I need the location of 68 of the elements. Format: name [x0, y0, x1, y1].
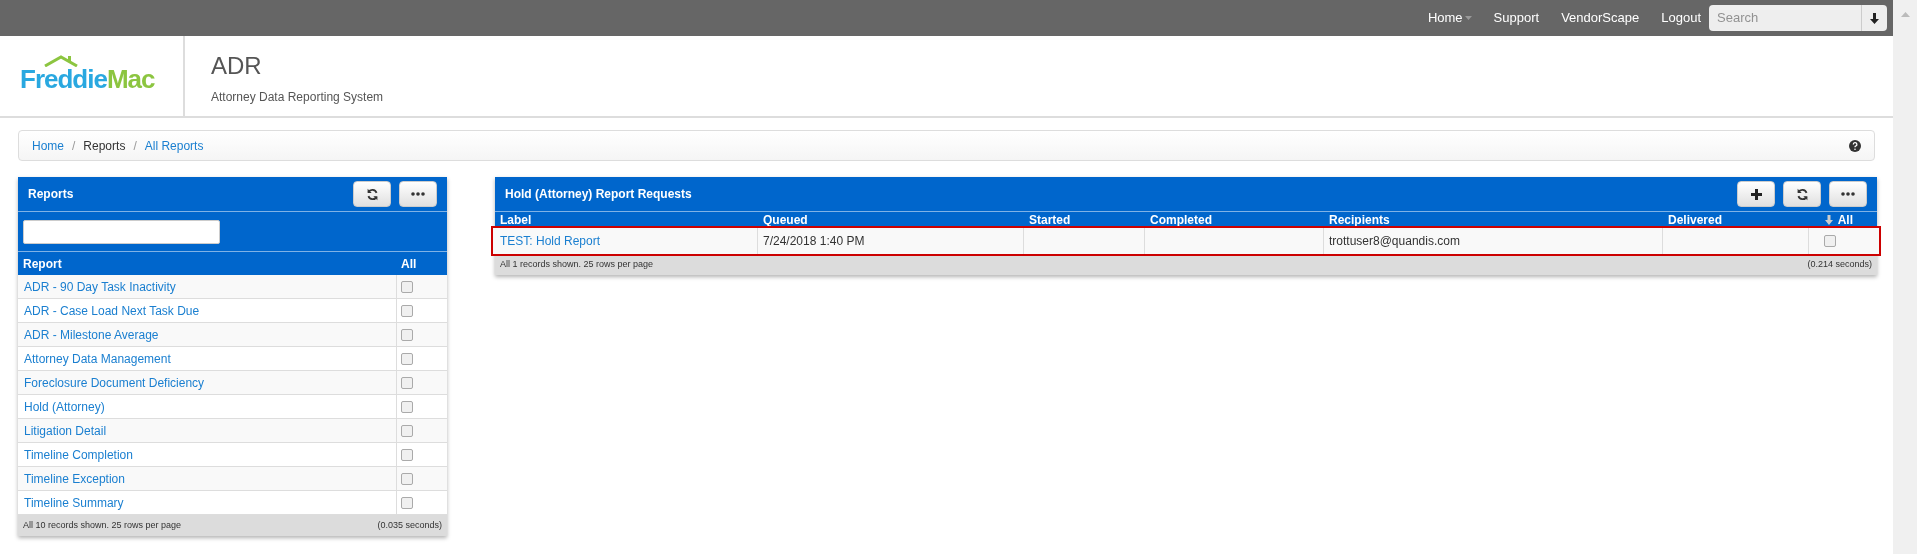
breadcrumb-link[interactable]: All Reports — [144, 136, 204, 155]
report-link[interactable]: Timeline Summary — [24, 493, 124, 512]
column-header: Started — [1029, 212, 1071, 229]
checkbox[interactable] — [1824, 235, 1836, 247]
breadcrumb-separator: / — [133, 137, 137, 155]
table-cell-text: 7/24/2018 1:40 PM — [763, 233, 865, 250]
panel-title: Hold (Attorney) Report Requests — [505, 186, 693, 203]
records-summary: All 1 records shown. 25 rows per page — [500, 257, 654, 271]
nav-link[interactable]: Home — [1427, 8, 1472, 28]
breadcrumb-separator: / — [72, 137, 76, 155]
nav-link[interactable]: VendorScape — [1561, 8, 1640, 28]
panel-title: Reports — [28, 186, 75, 203]
refresh-icon — [365, 187, 379, 201]
filter-field[interactable] — [23, 219, 220, 244]
report-link[interactable]: Attorney Data Management — [24, 349, 171, 368]
breadcrumb-item: Reports — [83, 137, 126, 155]
column-header: Delivered — [1668, 212, 1723, 229]
query-time: (0.214 seconds) — [1807, 257, 1872, 271]
checkbox[interactable] — [401, 400, 413, 413]
column-header: Label — [500, 212, 532, 229]
refresh-button[interactable] — [1783, 181, 1821, 207]
column-header: All — [1837, 212, 1853, 229]
nav-link[interactable]: Support — [1493, 8, 1540, 28]
app-subtitle: Attorney Data Reporting System — [211, 89, 384, 106]
add-button[interactable] — [1737, 181, 1775, 207]
column-header: Recipients — [1329, 212, 1390, 229]
column-header: Completed — [1150, 212, 1212, 229]
column-header: All — [400, 255, 418, 273]
table-cell-text: trottuser8@quandis.com — [1329, 233, 1460, 250]
checkbox[interactable] — [401, 376, 413, 389]
report-link[interactable]: ADR - Case Load Next Task Due — [24, 301, 200, 320]
records-summary: All 10 records shown. 25 rows per page — [23, 518, 182, 532]
help-icon[interactable] — [1849, 139, 1861, 152]
column-header: Report — [22, 255, 63, 273]
query-time: (0.035 seconds) — [377, 518, 442, 532]
caret-icon — [1464, 16, 1472, 20]
more-icon — [1841, 192, 1855, 196]
checkbox[interactable] — [401, 280, 413, 293]
breadcrumb-link[interactable]: Home — [32, 136, 64, 155]
report-link[interactable]: Timeline Completion — [24, 445, 133, 464]
nav-link[interactable]: Logout — [1661, 8, 1701, 28]
plus-icon — [1750, 188, 1762, 200]
request-link[interactable]: TEST: Hold Report — [500, 232, 601, 250]
more-icon — [411, 192, 425, 196]
refresh-icon — [1795, 187, 1809, 201]
more-button[interactable] — [1829, 181, 1867, 207]
report-link[interactable]: Litigation Detail — [24, 421, 107, 440]
sort-down-icon[interactable] — [1824, 215, 1833, 225]
checkbox[interactable] — [401, 304, 413, 317]
checkbox[interactable] — [401, 472, 413, 485]
more-button[interactable] — [399, 181, 437, 207]
download-arrow-icon — [1870, 12, 1879, 24]
refresh-button[interactable] — [353, 181, 391, 207]
checkbox[interactable] — [401, 328, 413, 341]
search-submit-button[interactable] — [1861, 5, 1887, 31]
checkbox[interactable] — [401, 424, 413, 437]
request-row[interactable]: TEST: Hold Report 7/24/2018 1:40 PM trottuser8@quandis.com — [493, 228, 1879, 254]
report-link[interactable]: Hold (Attorney) — [24, 397, 105, 416]
column-header: Queued — [763, 212, 808, 229]
search-field[interactable]: Search — [1709, 5, 1861, 31]
report-link[interactable]: Timeline Exception — [24, 469, 125, 488]
checkbox[interactable] — [401, 496, 413, 509]
logo: FreddieMac — [20, 55, 155, 97]
checkbox[interactable] — [401, 352, 413, 365]
checkbox[interactable] — [401, 448, 413, 461]
scrollbar[interactable] — [1893, 0, 1917, 554]
scroll-up-icon[interactable] — [1900, 12, 1910, 17]
app-title: ADR — [211, 51, 263, 81]
